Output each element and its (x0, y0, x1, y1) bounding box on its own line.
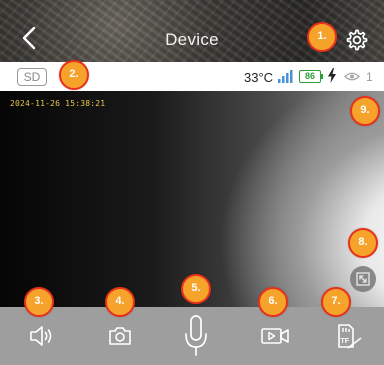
camera-icon (109, 327, 131, 345)
video-record-icon (261, 328, 289, 344)
gear-icon (346, 29, 368, 51)
annotation-marker-5: 5. (181, 274, 211, 304)
annotation-marker-2: 2. (59, 60, 89, 90)
microphone-icon (185, 315, 207, 356)
battery-indicator: 86 (299, 70, 323, 83)
sd-card-badge[interactable]: SD (17, 68, 47, 86)
fullscreen-button[interactable] (350, 266, 376, 292)
talk-button[interactable] (176, 307, 216, 365)
control-toolbar: TF (0, 307, 384, 365)
annotation-marker-8: 8. (348, 228, 378, 258)
expand-icon (356, 272, 370, 286)
annotation-marker-6: 6. (258, 287, 288, 317)
temperature-readout: 33°C (244, 70, 274, 85)
status-bar: SD 33°C 86 1 (0, 62, 384, 91)
signal-strength-icon (278, 70, 293, 83)
svg-text:TF: TF (341, 338, 350, 345)
annotation-marker-4: 4. (105, 287, 135, 317)
annotation-marker-9: 9. (350, 96, 380, 126)
tf-card-icon: TF (338, 324, 362, 349)
annotation-marker-1: 1. (307, 22, 337, 52)
annotation-marker-3: 3. (24, 287, 54, 317)
viewer-eye-icon (344, 72, 360, 81)
speaker-icon (30, 326, 52, 346)
video-timestamp: 2024-11-26 15:38:21 (10, 99, 106, 108)
annotation-marker-7: 7. (321, 287, 351, 317)
viewer-count: 1 (366, 70, 373, 84)
settings-button[interactable] (344, 28, 368, 52)
charging-bolt-icon (328, 68, 336, 83)
